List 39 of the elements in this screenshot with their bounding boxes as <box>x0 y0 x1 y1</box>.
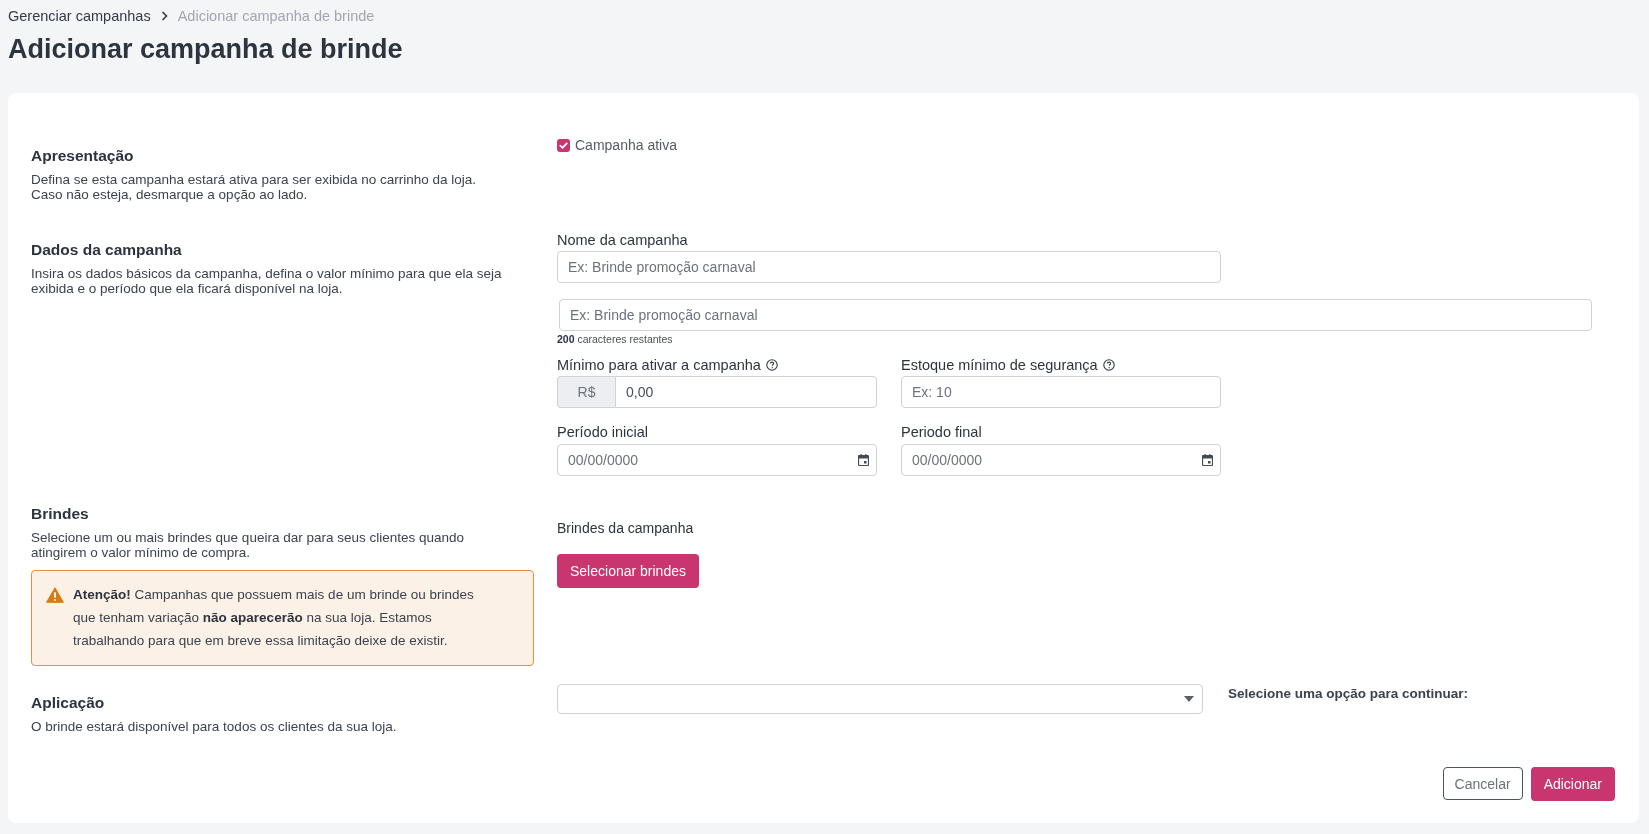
section-description: O brinde estará disponível para todos os clientes da sua loja. <box>31 719 398 734</box>
warning-text: Atenção! Campanhas que possuem mais de um brinde ou brindes que tenham variação não aparecerão na sua loja. Estamos trabalhando para que em breve essa limitação deixe de existir. <box>73 586 475 650</box>
section-heading: Aplicação <box>31 693 106 713</box>
breadcrumb-link[interactable]: Gerenciar campanhas <box>8 7 151 25</box>
cancel-button[interactable]: Cancelar <box>1442 767 1523 800</box>
section-description: Defina se esta campanha estará ativa para ser exibida no carrinho da loja. Caso não esteja, desmarque a opção ao lado. <box>31 172 477 202</box>
calendar-icon[interactable] <box>858 454 869 466</box>
help-icon <box>765 359 778 371</box>
calendar-icon[interactable] <box>1202 454 1213 466</box>
checkbox-label[interactable]: Campanha ativa <box>575 137 677 153</box>
help-icon <box>1102 359 1115 371</box>
text-input[interactable]: Ex: Brinde promoção carnaval <box>559 299 1592 331</box>
section-heading: Apresentação <box>31 146 135 166</box>
section-heading: Dados da campanha <box>31 240 183 260</box>
breadcrumb-current: Adicionar campanha de brinde <box>177 7 375 25</box>
character-counter: 200 caracteres restantes <box>557 333 673 345</box>
currency-addon: R$ <box>557 376 615 408</box>
field-label: Estoque mínimo de segurança <box>901 357 1098 373</box>
checkbox[interactable] <box>557 138 570 152</box>
warning-icon <box>46 587 64 603</box>
section-description: Selecione um ou mais brindes que queira dar para seus clientes quando atingirem o valor mínimo de compra. <box>31 530 466 560</box>
currency-input[interactable]: 0,00 <box>615 376 877 408</box>
text-input[interactable]: Ex: Brinde promoção carnaval <box>557 251 1221 283</box>
field-label: Nome da campanha <box>557 232 688 248</box>
field-label: Período inicial <box>557 424 649 440</box>
field-label: Periodo final <box>901 424 982 440</box>
date-input[interactable]: 00/00/0000 <box>901 444 1221 476</box>
page-title: Adicionar campanha de brinde <box>8 33 404 65</box>
select-gifts-button[interactable]: Selecionar brindes <box>557 554 699 588</box>
date-input[interactable]: 00/00/0000 <box>557 444 877 476</box>
chevron-right-icon <box>160 11 168 21</box>
field-label: Brindes da campanha <box>557 520 694 536</box>
section-description: Insira os dados básicos da campanha, defina o valor mínimo para que ela seja exibida e o período que ela ficará disponível na loja. <box>31 266 503 296</box>
hint-text: Selecione uma opção para continuar: <box>1228 686 1469 702</box>
number-input[interactable]: Ex: 10 <box>901 376 1221 408</box>
add-button[interactable]: Adicionar <box>1530 767 1615 801</box>
section-heading: Brindes <box>31 504 90 524</box>
caret-icon <box>1184 696 1194 702</box>
field-label: Mínimo para ativar a campanha <box>557 357 761 373</box>
